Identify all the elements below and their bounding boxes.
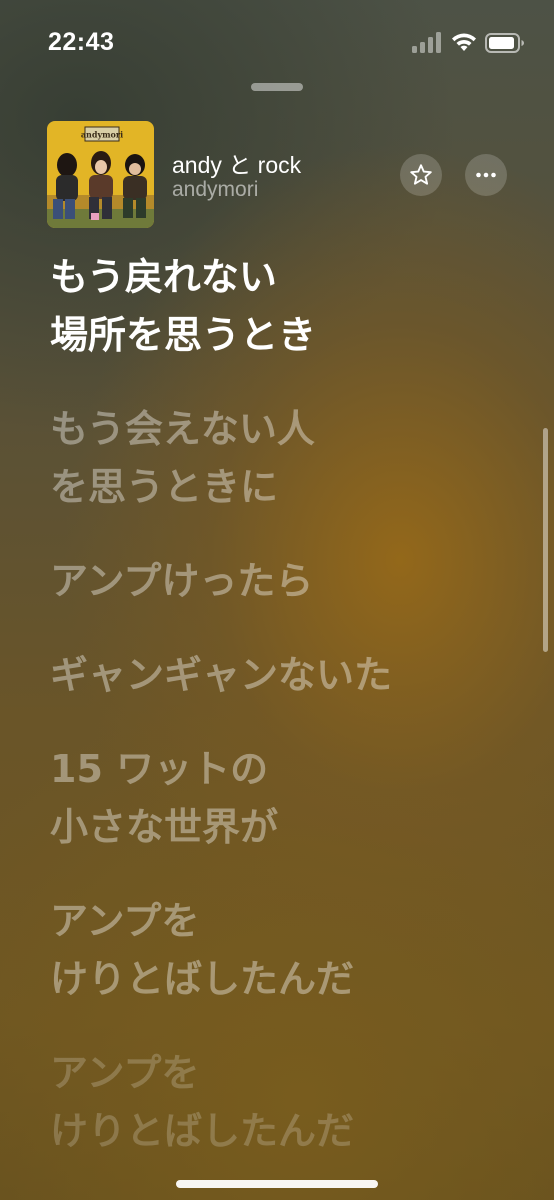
now-playing-lyrics-screen: 22:43 andymori andy と rock andymori もう戻れ…	[0, 0, 554, 1200]
status-bar: 22:43	[0, 0, 554, 90]
scroll-indicator[interactable]	[543, 428, 548, 652]
more-options-button[interactable]	[465, 154, 507, 196]
album-artwork[interactable]: andymori	[47, 121, 154, 228]
lyric-line[interactable]: アンプけったら	[50, 552, 520, 610]
lyric-text: を思うときに	[50, 465, 279, 509]
album-logo-text: andymori	[81, 130, 123, 140]
lyric-text: 場所を思うとき	[50, 313, 317, 357]
lyric-text: 小さな世界が	[50, 805, 279, 849]
lyric-text: もう会えない人	[50, 407, 315, 451]
home-indicator[interactable]	[176, 1180, 378, 1188]
album-cover-image: andymori	[47, 121, 154, 228]
lyric-text: 15 ワットの	[50, 747, 269, 791]
track-title[interactable]: andy と rock	[172, 146, 301, 180]
lyric-line[interactable]: ギャンギャンないた	[50, 646, 520, 704]
lyric-line[interactable]: 15 ワットの 小さな世界が	[50, 740, 520, 856]
battery-icon	[485, 33, 524, 53]
lyric-text: もう戻れない	[50, 255, 277, 299]
lyric-line[interactable]: アンプをけりとばしたんだ	[50, 892, 520, 1008]
favorite-button[interactable]	[400, 154, 442, 196]
status-time: 22:43	[48, 28, 115, 56]
lyric-text: けりとばしたんだ	[50, 957, 355, 1001]
lyric-text: けりとばしたんだ	[50, 1109, 355, 1153]
lyrics-list[interactable]: もう戻れない 場所を思うとき もう会えない人 を思うときに アンプけったら ギャンギャンな…	[50, 248, 520, 1196]
lyric-text: アンプを	[50, 899, 200, 943]
sheet-grabber[interactable]	[251, 83, 303, 91]
more-icon	[476, 172, 496, 178]
lyric-line[interactable]: もう会えない人 を思うときに	[50, 400, 520, 516]
lyric-line[interactable]: アンプをけりとばしたんだ	[50, 1044, 520, 1160]
lyric-text: アンプを	[50, 1051, 200, 1095]
track-artist[interactable]: andymori	[172, 178, 258, 202]
lyric-line[interactable]: もう戻れない 場所を思うとき	[50, 248, 520, 364]
star-icon	[410, 164, 432, 185]
lyric-text: アンプけったら	[50, 559, 314, 603]
lyric-text: ギャンギャンないた	[50, 653, 393, 697]
wifi-icon	[452, 33, 476, 51]
cellular-signal-icon	[412, 32, 441, 53]
